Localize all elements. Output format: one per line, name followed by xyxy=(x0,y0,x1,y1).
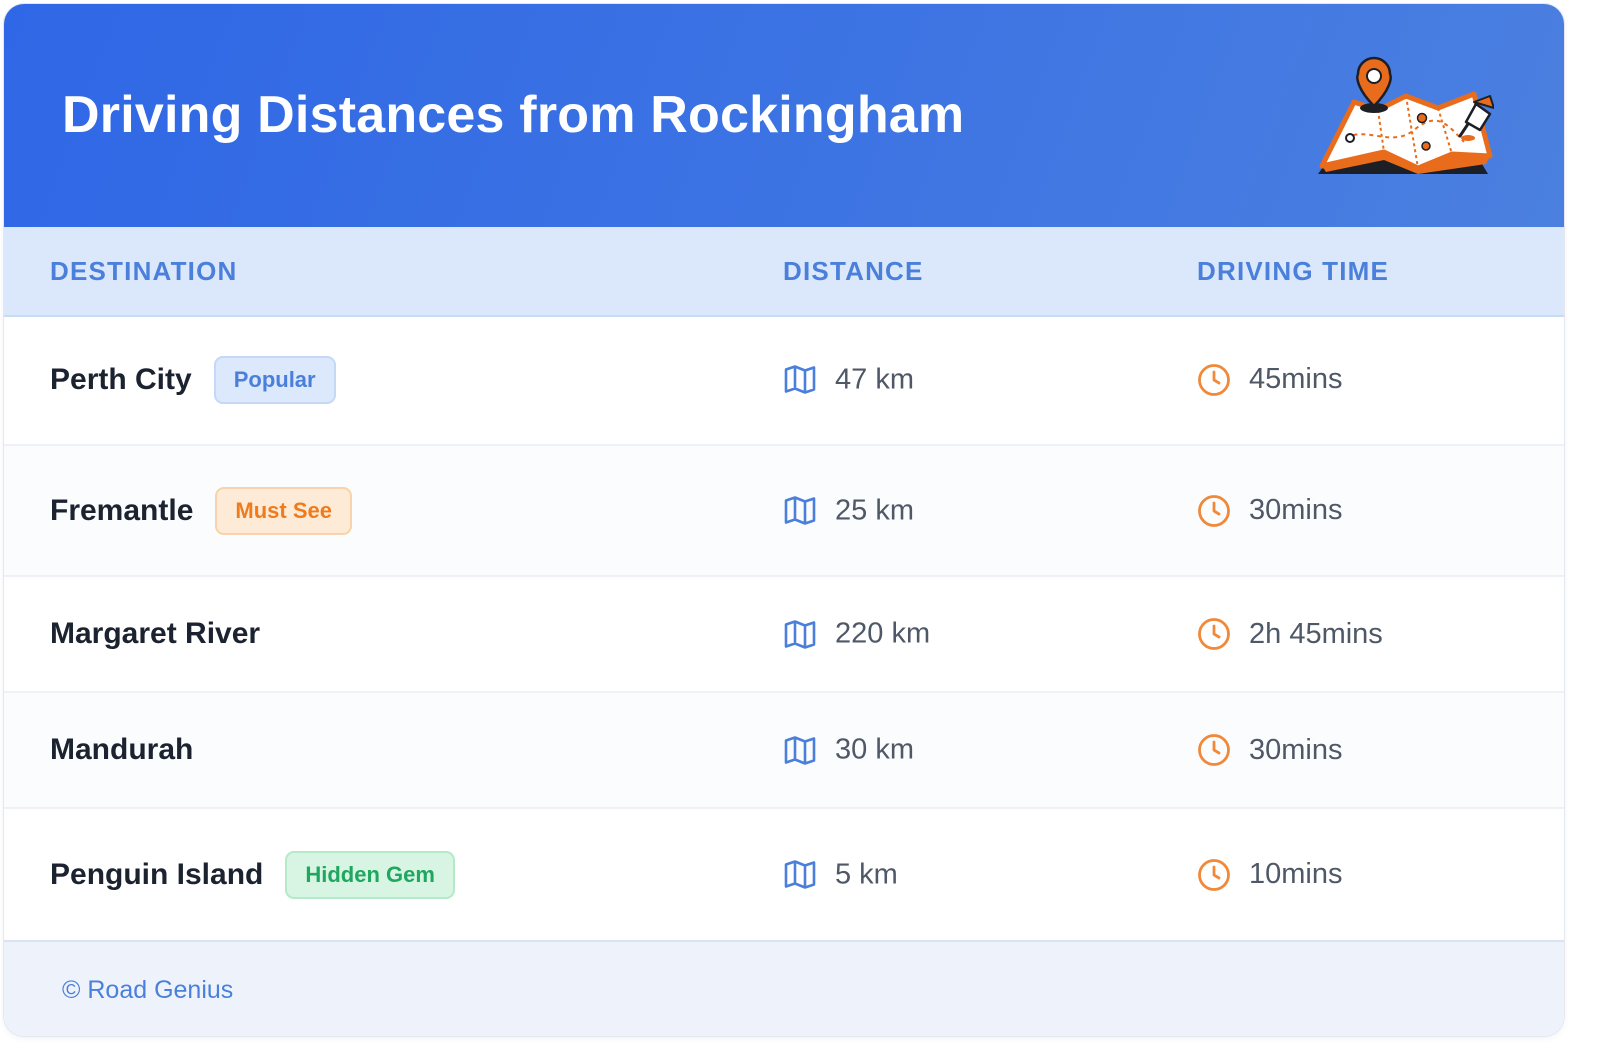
time-cell: 30mins xyxy=(1197,733,1343,767)
table-row: Mandurah 30 km 30mins xyxy=(4,693,1564,809)
destination-cell: Perth City Popular xyxy=(50,355,336,404)
clock-icon xyxy=(1198,618,1230,650)
time-value: 2h 45mins xyxy=(1249,617,1383,650)
table-row: Margaret River 220 km 2h 45mins xyxy=(4,577,1564,693)
time-cell: 10mins xyxy=(1197,858,1343,892)
distance-value: 25 km xyxy=(835,494,914,526)
column-header-driving-time: DRIVING TIME xyxy=(1197,256,1390,286)
table-row: Fremantle Must See 25 km 30mins xyxy=(4,446,1564,577)
time-value: 10mins xyxy=(1249,858,1343,890)
destination-name: Penguin Island xyxy=(50,857,264,891)
destination-cell: Margaret River xyxy=(50,617,260,651)
clock-icon xyxy=(1198,494,1230,527)
map-icon xyxy=(784,735,816,765)
destination-name: Mandurah xyxy=(50,733,194,766)
distance-cell: 25 km xyxy=(783,494,914,527)
popular-badge: Popular xyxy=(213,355,336,404)
destination-name: Fremantle xyxy=(50,493,194,527)
clock-icon xyxy=(1198,363,1230,396)
footer: © Road Genius xyxy=(4,940,1564,1036)
time-value: 30mins xyxy=(1249,733,1343,766)
time-value: 30mins xyxy=(1249,494,1343,526)
column-header-distance: DISTANCE xyxy=(783,256,924,286)
must-see-badge: Must See xyxy=(215,486,352,535)
column-header-destination: DESTINATION xyxy=(50,256,238,286)
distance-value: 220 km xyxy=(835,617,931,650)
footer-credit: © Road Genius xyxy=(62,976,234,1004)
destination-name: Margaret River xyxy=(50,617,261,650)
clock-icon xyxy=(1198,734,1230,766)
distance-value: 30 km xyxy=(835,733,914,766)
hidden-gem-badge: Hidden Gem xyxy=(285,850,455,899)
time-cell: 2h 45mins xyxy=(1197,617,1383,651)
page-title: Driving Distances from Rockingham xyxy=(62,86,965,144)
distance-cell: 30 km xyxy=(783,734,914,767)
distance-value: 5 km xyxy=(835,858,898,890)
header-banner: Driving Distances from Rockingham xyxy=(4,4,1564,227)
table-row: Penguin Island Hidden Gem 5 km 10mins xyxy=(4,809,1564,940)
time-cell: 45mins xyxy=(1197,363,1343,397)
map-with-pins-icon xyxy=(1318,56,1494,174)
map-icon xyxy=(784,496,816,525)
distance-value: 47 km xyxy=(835,363,914,395)
distance-cell: 47 km xyxy=(783,363,914,396)
table-row: Perth City Popular 47 km 45mins xyxy=(4,315,1564,446)
destination-name: Perth City xyxy=(50,362,192,396)
clock-icon xyxy=(1198,858,1230,891)
map-icon xyxy=(784,365,816,394)
distance-card: Driving Distances from Rockingham DESTIN… xyxy=(4,4,1564,1036)
time-value: 45mins xyxy=(1249,363,1343,395)
destination-cell: Fremantle Must See xyxy=(50,486,352,535)
map-icon xyxy=(784,619,816,649)
distance-cell: 5 km xyxy=(783,858,898,891)
destination-cell: Penguin Island Hidden Gem xyxy=(50,850,455,899)
time-cell: 30mins xyxy=(1197,494,1343,528)
distance-cell: 220 km xyxy=(783,618,930,651)
destination-cell: Mandurah xyxy=(50,733,193,767)
map-icon xyxy=(784,860,816,889)
table-header-row: DESTINATION DISTANCE DRIVING TIME xyxy=(4,227,1564,317)
